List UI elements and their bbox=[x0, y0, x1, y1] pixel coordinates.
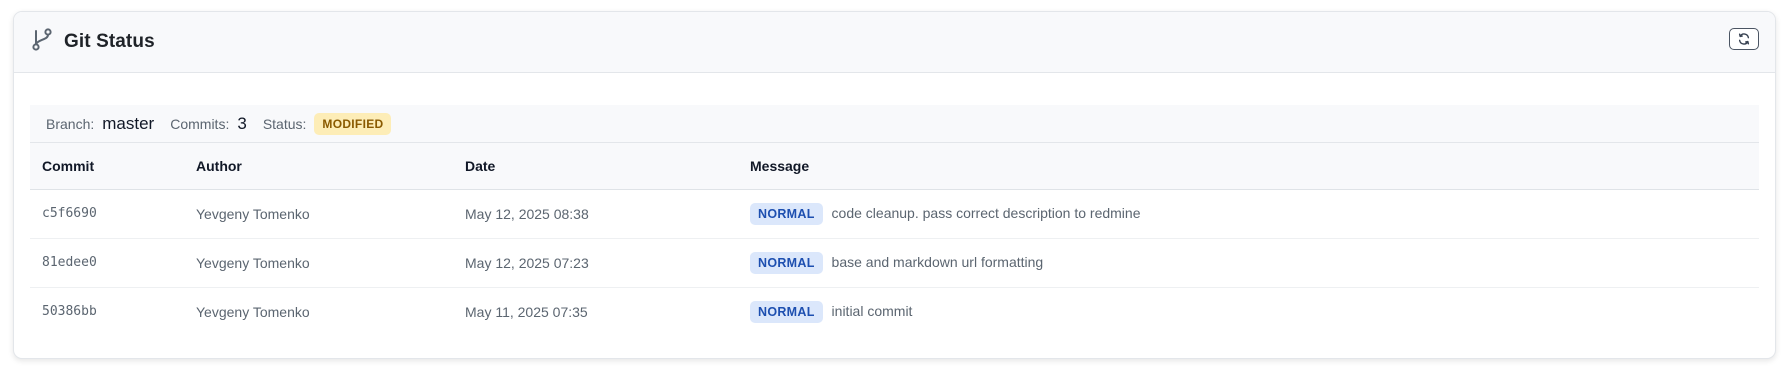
commit-message-text: code cleanup. pass correct description t… bbox=[831, 204, 1141, 221]
git-status-card: Git Status Branch: master Commits: 3 Sta… bbox=[13, 11, 1776, 359]
table-row: 50386bb Yevgeny Tomenko May 11, 2025 07:… bbox=[30, 287, 1759, 336]
commits-label: Commits: bbox=[170, 115, 230, 132]
column-header-author: Author bbox=[196, 157, 242, 174]
commit-message: NORMAL code cleanup. pass correct descri… bbox=[738, 189, 1759, 238]
commit-date: May 12, 2025 08:38 bbox=[465, 205, 589, 222]
commit-author: Yevgeny Tomenko bbox=[196, 205, 310, 222]
commit-type-tag: NORMAL bbox=[750, 251, 823, 274]
commit-hash: 50386bb bbox=[42, 304, 97, 320]
card-header: Git Status bbox=[14, 12, 1775, 73]
commit-date: May 11, 2025 07:35 bbox=[465, 303, 588, 320]
commit-type-tag: NORMAL bbox=[750, 300, 823, 323]
table-row: 81edee0 Yevgeny Tomenko May 12, 2025 07:… bbox=[30, 238, 1759, 287]
commit-hash: 81edee0 bbox=[42, 255, 97, 270]
repo-summary: Branch: master Commits: 3 Status: MODIFI… bbox=[30, 105, 1759, 143]
commit-message: NORMAL base and markdown url formatting bbox=[738, 238, 1759, 287]
commit-message-text: base and markdown url formatting bbox=[831, 253, 1044, 270]
card-body: Branch: master Commits: 3 Status: MODIFI… bbox=[14, 73, 1775, 336]
commit-message-text: initial commit bbox=[831, 302, 913, 319]
refresh-icon bbox=[1737, 32, 1751, 46]
column-header-date: Date bbox=[465, 157, 496, 174]
column-header-commit: Commit bbox=[42, 157, 95, 174]
table-row: c5f6690 Yevgeny Tomenko May 12, 2025 08:… bbox=[30, 189, 1759, 238]
commit-author: Yevgeny Tomenko bbox=[196, 254, 310, 271]
branch-label: Branch: bbox=[46, 115, 95, 132]
commit-message: NORMAL initial commit bbox=[738, 287, 1759, 336]
commit-type-tag: NORMAL bbox=[750, 202, 823, 225]
commit-author: Yevgeny Tomenko bbox=[196, 303, 310, 320]
commit-hash: c5f6690 bbox=[42, 206, 97, 221]
refresh-button[interactable] bbox=[1729, 28, 1759, 50]
git-branch-icon bbox=[30, 25, 54, 53]
status-badge: MODIFIED bbox=[314, 112, 392, 135]
status-label: Status: bbox=[262, 115, 307, 132]
table-header-row: Commit Author Date Message bbox=[30, 143, 1759, 189]
commits-count: 3 bbox=[237, 113, 247, 133]
column-header-message: Message bbox=[750, 157, 810, 174]
branch-value: master bbox=[102, 113, 155, 133]
commits-table: Commit Author Date Message c5f6690 Yevge… bbox=[30, 143, 1759, 336]
card-title: Git Status bbox=[64, 31, 155, 52]
commit-date: May 12, 2025 07:23 bbox=[465, 254, 589, 271]
